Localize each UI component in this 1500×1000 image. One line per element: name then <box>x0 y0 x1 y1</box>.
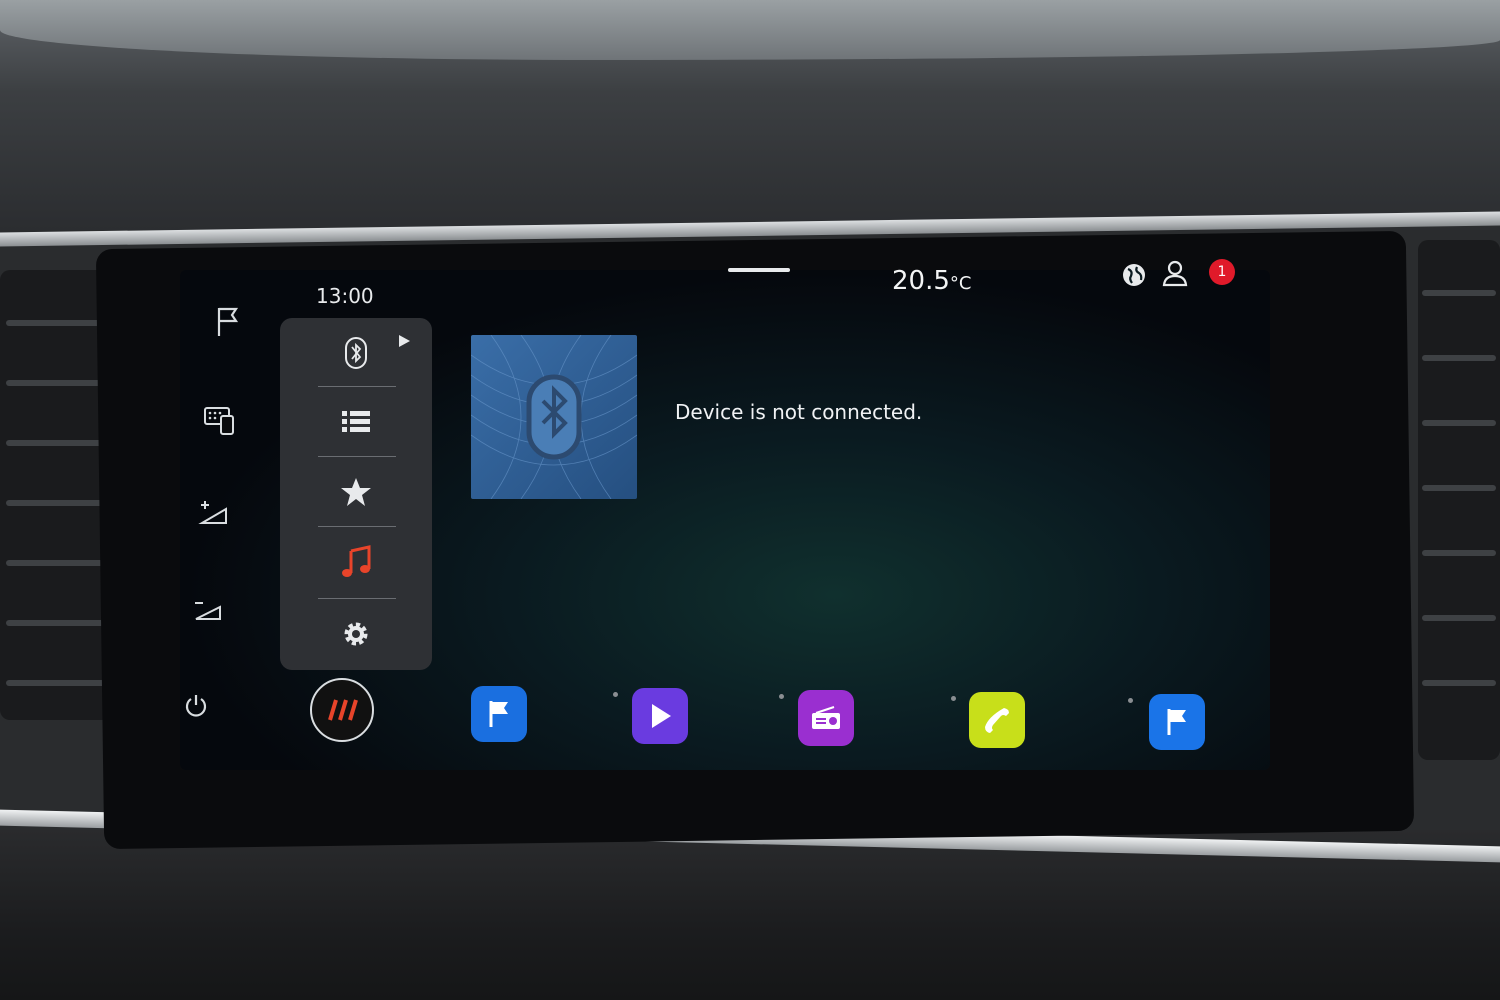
menu-item-music[interactable] <box>290 532 422 592</box>
dock-app-media[interactable] <box>632 688 688 744</box>
settings-gear-icon <box>344 622 368 646</box>
vent-slat <box>6 500 106 506</box>
star-icon <box>341 478 371 506</box>
menu-separator <box>318 386 396 387</box>
bluetooth-icon <box>345 337 367 369</box>
list-icon <box>342 411 370 432</box>
notification-badge[interactable]: 1 <box>1209 259 1235 285</box>
dock-separator-dot <box>779 694 784 699</box>
pull-down-handle[interactable] <box>728 268 790 272</box>
play-icon <box>652 704 671 728</box>
dock-app-phone[interactable] <box>969 692 1025 748</box>
vent-slat <box>6 320 106 326</box>
dock-separator-dot <box>1128 698 1133 703</box>
temperature-unit: °C <box>949 273 972 294</box>
menu-item-bluetooth[interactable] <box>290 323 422 383</box>
dock-separator-dot <box>951 696 956 701</box>
clock: 13:00 <box>316 284 374 308</box>
vent-slat <box>1422 420 1496 426</box>
brightness-down-icon[interactable] <box>188 590 228 630</box>
album-art-placeholder <box>471 335 637 499</box>
menu-separator <box>318 526 396 527</box>
dock-app-navigation[interactable] <box>471 686 527 742</box>
vent-slat <box>6 620 106 626</box>
temperature-display: 20.5°C <box>892 266 971 296</box>
menu-item-list[interactable] <box>290 392 422 452</box>
radio-icon <box>812 706 840 729</box>
expand-arrow-icon[interactable] <box>399 335 410 347</box>
air-vent-left <box>0 270 112 720</box>
navigation-flag-icon <box>489 701 508 727</box>
vent-slat <box>6 440 106 446</box>
dock-app-radio[interactable] <box>798 690 854 746</box>
dashboard-top <box>0 0 1500 230</box>
flag-icon[interactable] <box>208 302 248 342</box>
phone-icon <box>985 708 1009 733</box>
dashboard-leather-surface <box>0 0 1500 60</box>
dock-separator-dot <box>613 692 618 697</box>
music-note-icon <box>342 545 371 577</box>
seat-logo-icon <box>328 699 358 721</box>
vent-slat <box>1422 615 1496 621</box>
menu-separator <box>318 456 396 457</box>
vent-slat <box>1422 550 1496 556</box>
vent-slat <box>1422 355 1496 361</box>
vent-slat <box>6 560 106 566</box>
home-button[interactable] <box>310 678 374 742</box>
vent-slat <box>1422 680 1496 686</box>
vent-slat <box>1422 485 1496 491</box>
temperature-value: 20.5 <box>892 266 950 296</box>
dock-app-navigation-2[interactable] <box>1149 694 1205 750</box>
globe-icon[interactable] <box>1120 261 1148 289</box>
power-icon[interactable] <box>176 686 216 726</box>
menu-item-favorites[interactable] <box>290 462 422 522</box>
brightness-up-icon[interactable] <box>194 494 234 534</box>
air-vent-right <box>1418 240 1500 760</box>
vent-slat <box>6 680 106 686</box>
user-profile-icon[interactable] <box>1161 259 1189 287</box>
source-menu <box>280 318 432 670</box>
menu-separator <box>318 598 396 599</box>
keyboard-phone-icon[interactable] <box>200 400 240 440</box>
connection-status-message: Device is not connected. <box>675 400 923 424</box>
navigation-flag-icon <box>1167 709 1186 735</box>
menu-item-settings[interactable] <box>290 604 422 664</box>
vent-slat <box>6 380 106 386</box>
vent-slat <box>1422 290 1496 296</box>
